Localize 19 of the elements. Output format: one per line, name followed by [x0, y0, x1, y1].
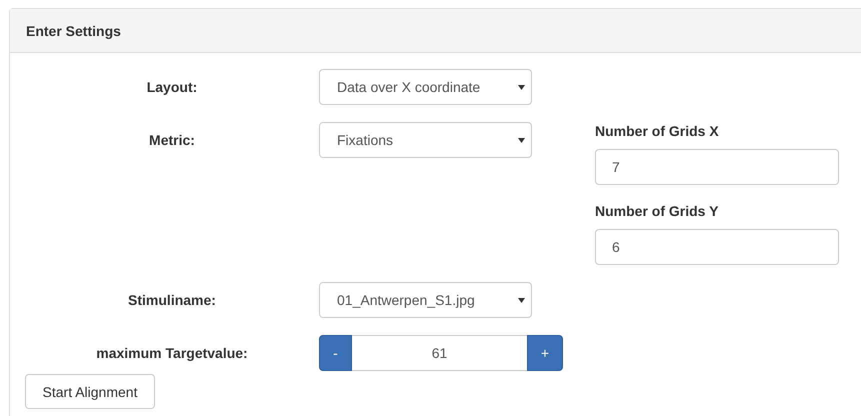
field-label: Number of Grids X — [595, 123, 720, 141]
number-field[interactable]: 61 — [352, 335, 527, 371]
dropdown[interactable]: 01_Antwerpen_S1.jpg — [319, 282, 532, 318]
caret-icon — [518, 84, 525, 90]
input-field[interactable]: 6 — [595, 229, 839, 265]
increment-button[interactable]: + — [527, 335, 563, 371]
field-label: Stimuliname: — [127, 292, 217, 308]
field-label: Number of Grids Y — [595, 203, 720, 221]
caret-icon — [518, 138, 525, 142]
start-alignment-button[interactable]: Start Alignment — [25, 374, 155, 409]
dropdown[interactable]: Data over X coordinate — [319, 69, 532, 105]
dropdown[interactable]: Fixations — [319, 122, 532, 158]
decrement-button[interactable]: - — [319, 335, 352, 371]
field-label: Metric: — [148, 132, 196, 148]
panel-title: Enter Settings — [26, 22, 121, 38]
field-label: Layout: — [146, 79, 198, 95]
caret-icon — [518, 298, 525, 302]
input-field[interactable]: 7 — [595, 149, 839, 185]
field-label: maximum Targetvalue: — [95, 345, 249, 361]
